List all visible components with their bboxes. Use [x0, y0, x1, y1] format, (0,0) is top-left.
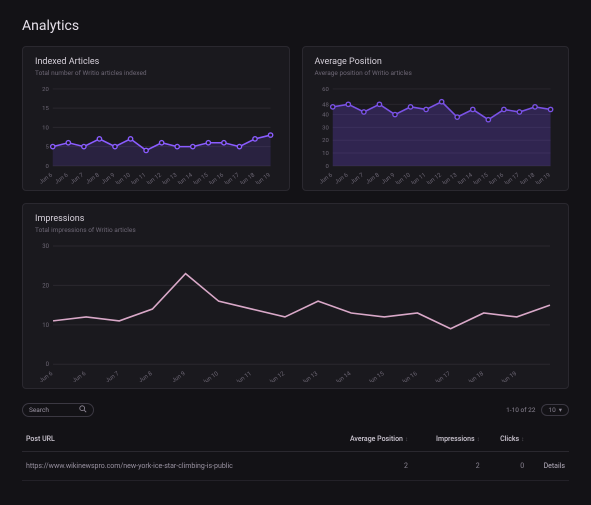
svg-text:Jun 19: Jun 19 [533, 172, 551, 183]
svg-text:Jun 12: Jun 12 [267, 369, 286, 381]
svg-text:Jun 19: Jun 19 [254, 172, 272, 183]
svg-text:Jun 6: Jun 6 [318, 172, 334, 184]
svg-text:Jun 7: Jun 7 [349, 172, 365, 184]
svg-text:0: 0 [46, 361, 50, 368]
svg-text:10: 10 [42, 125, 49, 131]
col-actions [528, 427, 569, 452]
avgpos-subtitle: Average position of Writio articles [315, 69, 557, 77]
svg-text:10: 10 [322, 151, 329, 157]
svg-text:Jun 6: Jun 6 [54, 172, 70, 184]
svg-text:Jun 19: Jun 19 [499, 370, 518, 382]
cell-url[interactable]: https://www.wikinewspro.com/new-york-ice… [22, 451, 320, 480]
svg-text:20: 20 [42, 282, 49, 289]
svg-text:40: 40 [322, 113, 329, 119]
svg-text:20: 20 [322, 138, 329, 144]
search-placeholder: Search [29, 406, 49, 414]
avgpos-title: Average Position [315, 57, 557, 67]
svg-text:Jun 8: Jun 8 [137, 369, 154, 381]
svg-text:Jun 16: Jun 16 [400, 369, 419, 381]
svg-text:Jun 6: Jun 6 [38, 369, 55, 381]
details-link[interactable]: Details [528, 451, 569, 480]
svg-text:15: 15 [42, 106, 49, 112]
pager-range: 1-10 of 22 [506, 406, 535, 414]
svg-text:Jun 6: Jun 6 [39, 172, 55, 184]
svg-text:20: 20 [42, 87, 49, 93]
svg-text:0: 0 [325, 164, 328, 170]
card-indexed-articles: Indexed Articles Total number of Writio … [22, 46, 290, 191]
svg-text:Jun 15: Jun 15 [367, 369, 386, 381]
cell-avg: 2 [320, 451, 412, 480]
table-row: https://www.wikinewspro.com/new-york-ice… [22, 451, 569, 480]
svg-text:Jun 7: Jun 7 [70, 172, 86, 184]
svg-text:48: 48 [322, 102, 329, 108]
sort-icon: ↕ [405, 436, 408, 443]
impressions-subtitle: Total impressions of Writio articles [35, 226, 556, 234]
page-title: Analytics [22, 18, 569, 34]
chevron-down-icon: ▾ [559, 406, 562, 414]
svg-text:10: 10 [42, 321, 49, 328]
svg-text:Jun 6: Jun 6 [334, 172, 350, 184]
svg-text:Jun 14: Jun 14 [333, 369, 352, 381]
search-icon [79, 405, 87, 415]
posts-table: Post URL Average Position↕ Impressions↕ … [22, 427, 569, 481]
sort-icon: ↕ [477, 436, 480, 443]
svg-text:Jun 7: Jun 7 [104, 369, 121, 381]
svg-text:30: 30 [322, 125, 329, 131]
svg-text:Jun 9: Jun 9 [171, 370, 187, 382]
per-page-value: 10 [548, 406, 555, 414]
svg-text:Jun 8: Jun 8 [365, 172, 380, 183]
svg-text:0: 0 [45, 164, 48, 170]
card-average-position: Average Position Average position of Wri… [302, 46, 570, 191]
col-post-url[interactable]: Post URL [22, 427, 320, 452]
col-clicks[interactable]: Clicks↕ [484, 427, 528, 452]
col-avg-position[interactable]: Average Position↕ [320, 427, 412, 452]
svg-text:Jun 8: Jun 8 [85, 172, 100, 183]
svg-text:Jun 13: Jun 13 [300, 370, 319, 382]
svg-text:60: 60 [322, 87, 329, 93]
cell-clicks: 0 [484, 451, 528, 480]
col-impressions[interactable]: Impressions↕ [412, 427, 484, 452]
card-impressions: Impressions Total impressions of Writio … [22, 203, 569, 389]
sort-icon: ↕ [521, 436, 524, 443]
svg-text:Jun 18: Jun 18 [466, 369, 485, 381]
svg-text:Jun 11: Jun 11 [234, 370, 253, 382]
svg-text:Jun 17: Jun 17 [433, 369, 452, 381]
svg-text:30: 30 [42, 243, 49, 250]
per-page-select[interactable]: 10 ▾ [541, 404, 569, 416]
svg-text:Jun 10: Jun 10 [201, 369, 220, 381]
svg-text:Jun 6: Jun 6 [71, 369, 88, 381]
svg-text:5: 5 [45, 145, 49, 151]
cell-impr: 2 [412, 451, 484, 480]
indexed-subtitle: Total number of Writio articles indexed [35, 69, 277, 77]
indexed-title: Indexed Articles [35, 57, 277, 67]
search-input[interactable]: Search [22, 403, 94, 417]
impressions-title: Impressions [35, 214, 556, 224]
